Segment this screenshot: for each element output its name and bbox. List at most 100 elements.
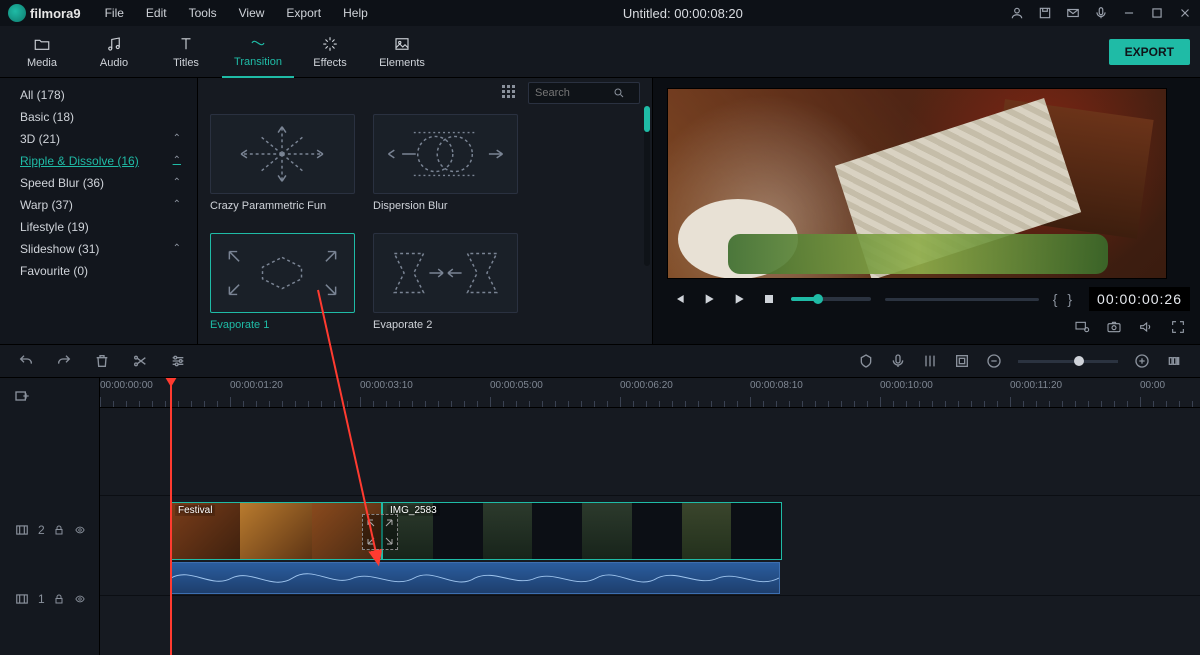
chevron-up-icon: ⌃ <box>173 240 181 258</box>
clip-festival[interactable]: Festival <box>170 502 382 560</box>
ribbon: Media Audio Titles Transition Effects El… <box>0 26 1200 78</box>
volume-slider[interactable] <box>791 297 871 301</box>
transition-icon <box>248 34 268 52</box>
seek-slider[interactable] <box>885 298 1039 301</box>
adjust-icon[interactable] <box>170 353 186 369</box>
menu-edit[interactable]: Edit <box>138 3 175 23</box>
app-name: filmora9 <box>30 6 81 21</box>
tab-audio[interactable]: Audio <box>78 26 150 78</box>
transition-thumb-crazy[interactable]: Crazy Parammetric Fun <box>210 114 355 215</box>
browser-scrollbar[interactable] <box>644 106 650 266</box>
zoom-fit-icon[interactable] <box>1166 353 1182 369</box>
marker-icon[interactable] <box>858 353 874 369</box>
category-speed-blur[interactable]: Speed Blur (36)⌃ <box>0 172 197 194</box>
play-all-button[interactable] <box>731 291 747 307</box>
clip-img2583[interactable]: IMG_2583 <box>382 502 782 560</box>
category-slideshow[interactable]: Slideshow (31)⌃ <box>0 238 197 260</box>
zoom-in-icon[interactable] <box>1134 353 1150 369</box>
track-index: 1 <box>38 592 45 606</box>
playhead[interactable] <box>170 378 172 655</box>
undo-icon[interactable] <box>18 353 34 369</box>
redo-icon[interactable] <box>56 353 72 369</box>
menu-tools[interactable]: Tools <box>181 3 225 23</box>
video-track-1[interactable]: Festival IMG_2583 <box>100 496 1200 596</box>
save-icon[interactable] <box>1038 6 1052 20</box>
export-button[interactable]: EXPORT <box>1109 39 1190 65</box>
category-3d[interactable]: 3D (21)⌃ <box>0 128 197 150</box>
zoom-slider[interactable] <box>1018 360 1118 363</box>
fullscreen-icon[interactable] <box>1170 319 1186 335</box>
folder-icon <box>32 35 52 53</box>
prev-frame-button[interactable] <box>671 291 687 307</box>
track-header-v1[interactable]: 1 <box>0 565 99 633</box>
audio-waveform[interactable] <box>170 562 780 594</box>
category-lifestyle[interactable]: Lifestyle (19) <box>0 216 197 238</box>
zoom-out-icon[interactable] <box>986 353 1002 369</box>
tab-transition[interactable]: Transition <box>222 26 294 78</box>
video-track-2[interactable] <box>100 408 1200 496</box>
tab-effects[interactable]: Effects <box>294 26 366 78</box>
grid-view-icon[interactable] <box>502 85 518 101</box>
thumb-label: Evaporate 1 <box>210 319 355 331</box>
mic-icon[interactable] <box>1094 6 1108 20</box>
track-index: 2 <box>38 523 45 537</box>
stop-button[interactable] <box>761 291 777 307</box>
category-warp[interactable]: Warp (37)⌃ <box>0 194 197 216</box>
applied-transition[interactable] <box>362 514 398 550</box>
track-header-v2[interactable]: 2 <box>0 495 99 565</box>
mark-in-out[interactable]: { } <box>1053 291 1075 307</box>
timeline-body[interactable]: 00:00:00:0000:00:01:2000:00:03:1000:00:0… <box>100 378 1200 655</box>
lock-icon[interactable] <box>53 524 65 536</box>
transition-thumb-evaporate2[interactable]: Evaporate 2 <box>373 233 518 334</box>
film-icon <box>14 523 30 537</box>
ruler-label: 00:00:11:20 <box>1010 380 1062 391</box>
category-ripple-dissolve[interactable]: Ripple & Dissolve (16)⌃ <box>0 150 197 172</box>
mail-icon[interactable] <box>1066 6 1080 20</box>
menu-view[interactable]: View <box>231 3 273 23</box>
account-icon[interactable] <box>1010 6 1024 20</box>
transition-thumb-evaporate1[interactable]: Evaporate 1 <box>210 233 355 334</box>
search-input[interactable] <box>535 87 607 99</box>
eye-icon[interactable] <box>73 525 87 535</box>
play-button[interactable] <box>701 291 717 307</box>
maximize-icon[interactable] <box>1150 6 1164 20</box>
mixer-icon[interactable] <box>922 353 938 369</box>
lock-icon[interactable] <box>53 593 65 605</box>
render-icon[interactable] <box>954 353 970 369</box>
category-basic[interactable]: Basic (18) <box>0 106 197 128</box>
ruler-label: 00:00:01:20 <box>230 380 283 391</box>
menu-help[interactable]: Help <box>335 3 376 23</box>
category-all[interactable]: All (178) <box>0 84 197 106</box>
search-field[interactable] <box>528 82 640 104</box>
time-ruler[interactable]: 00:00:00:0000:00:01:2000:00:03:1000:00:0… <box>100 378 1200 408</box>
preview-viewport[interactable] <box>667 88 1167 279</box>
tab-titles[interactable]: Titles <box>150 26 222 78</box>
split-icon[interactable] <box>132 353 148 369</box>
display-settings-icon[interactable] <box>1074 319 1090 335</box>
minimize-icon[interactable] <box>1122 6 1136 20</box>
delete-icon[interactable] <box>94 353 110 369</box>
text-icon <box>176 35 196 53</box>
ruler-label: 00:00:06:20 <box>620 380 673 391</box>
chevron-up-icon: ⌃ <box>173 130 181 148</box>
transition-glyph-icon <box>363 515 397 549</box>
menu-file[interactable]: File <box>97 3 132 23</box>
thumb-label: Crazy Parammetric Fun <box>210 200 355 212</box>
clip-label: Festival <box>175 505 215 516</box>
voiceover-icon[interactable] <box>890 353 906 369</box>
eye-icon[interactable] <box>73 594 87 604</box>
image-icon <box>392 35 412 53</box>
snapshot-icon[interactable] <box>1106 319 1122 335</box>
tab-media[interactable]: Media <box>6 26 78 78</box>
music-icon <box>104 35 124 53</box>
volume-icon[interactable] <box>1138 319 1154 335</box>
add-track-icon[interactable] <box>12 388 32 404</box>
category-favourite[interactable]: Favourite (0) <box>0 260 197 282</box>
workspace: All (178) Basic (18) 3D (21)⌃ Ripple & D… <box>0 78 1200 344</box>
transition-thumb-dispersion[interactable]: Dispersion Blur <box>373 114 518 215</box>
menu-export[interactable]: Export <box>278 3 329 23</box>
tab-elements[interactable]: Elements <box>366 26 438 78</box>
logo-icon <box>8 4 26 22</box>
timeline: 2 1 00:00:00:0000:00:01:2000:00:03:1000:… <box>0 378 1200 655</box>
close-icon[interactable] <box>1178 6 1192 20</box>
